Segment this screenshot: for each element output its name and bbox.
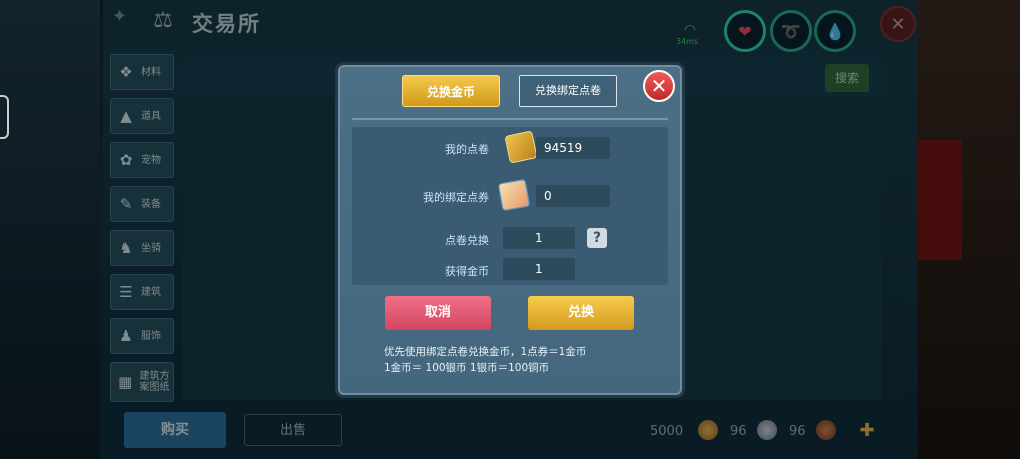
my-points-label: 我的点卷: [445, 143, 489, 156]
side-handle[interactable]: [0, 95, 9, 139]
note-line-1: 优先使用绑定点卷兑换金币，1点券＝1金币: [384, 346, 587, 358]
gain-gold-value: 1: [503, 258, 575, 280]
bound-ticket-icon: [497, 178, 531, 212]
exchange-amount-input[interactable]: 1: [503, 227, 575, 249]
note-line-2: 1金币＝ 100银币 1银币＝100铜币: [384, 362, 550, 374]
my-points-value: 94519: [536, 137, 610, 159]
close-icon[interactable]: ✕: [643, 70, 675, 102]
exchange-button[interactable]: 兑换: [528, 296, 634, 330]
exchange-amount-label: 点卷兑换: [445, 234, 489, 247]
divider: [352, 118, 668, 120]
help-button[interactable]: ?: [587, 228, 607, 248]
exchange-note: 优先使用绑定点卷兑换金币，1点券＝1金币 1金币＝ 100银币 1银币＝100铜…: [384, 344, 664, 376]
gain-gold-label: 获得金币: [445, 265, 489, 278]
cancel-button[interactable]: 取消: [385, 296, 491, 330]
point-ticket-icon: [504, 130, 538, 164]
tab-exchange-gold[interactable]: 兑换金币: [402, 75, 500, 107]
my-bound-points-value: 0: [536, 185, 610, 207]
tab-exchange-bound-points[interactable]: 兑换绑定点卷: [519, 75, 617, 107]
my-bound-points-label: 我的绑定点券: [423, 191, 489, 204]
